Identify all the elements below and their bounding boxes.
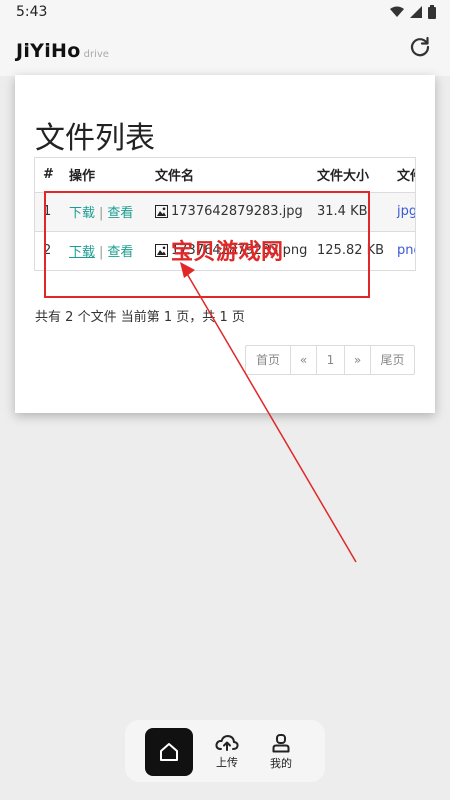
col-filename: 文件名 [147,158,309,193]
col-filesize: 文件大小 [309,158,389,193]
first-page-button[interactable]: 首页 [246,346,290,374]
watermark-text: 宝贝游戏网 [171,240,284,265]
app-brand: JiYiHo drive [16,40,109,62]
app-subtitle: drive [83,49,109,60]
nav-home[interactable] [145,728,193,776]
pagination: 首页 « 1 » 尾页 [245,345,415,375]
status-icons [390,5,436,19]
current-page-button[interactable]: 1 [316,346,344,374]
nav-mine-label: 我的 [270,757,292,770]
row-filetype: jpg [389,192,415,232]
signal-icon [410,6,422,18]
page-title: 文件列表 [35,121,155,156]
row-filetype: png [389,231,415,270]
summary-text-2: 个文件 当前第 [77,310,160,325]
home-icon [160,743,178,761]
summary-file-count: 2 [65,310,74,325]
next-page-button[interactable]: » [344,346,370,374]
nav-mine[interactable]: 我的 [257,728,305,776]
filetype-link[interactable]: png [397,243,415,258]
battery-icon [428,5,436,19]
file-summary: 共有 2 个文件 当前第 1 页，共 1 页 [35,306,245,325]
cloud-upload-icon [215,734,239,751]
col-actions: 操作 [61,158,147,193]
summary-total-pages: 1 [219,310,228,325]
nav-upload[interactable]: 上传 [203,728,251,776]
status-bar: 5:43 [0,0,450,26]
summary-text-4: 页 [231,310,245,325]
filetype-link[interactable]: jpg [397,204,415,219]
app-name: JiYiHo [16,40,81,62]
summary-current-page: 1 [163,310,173,325]
user-icon [272,734,290,753]
app-bar: JiYiHo drive [0,26,450,76]
status-time: 5:43 [16,4,48,20]
table-header-row: # 操作 文件名 文件大小 文件 [35,158,415,193]
col-filetype: 文件 [389,158,415,193]
bottom-nav: 上传 我的 [125,720,325,782]
prev-page-button[interactable]: « [290,346,316,374]
wifi-icon [390,6,404,17]
last-page-button[interactable]: 尾页 [370,346,414,374]
summary-text-3: 页，共 [176,310,216,325]
summary-text-1: 共有 [35,310,62,325]
col-index: # [35,158,61,193]
nav-upload-label: 上传 [216,756,238,769]
refresh-icon[interactable] [408,35,432,59]
